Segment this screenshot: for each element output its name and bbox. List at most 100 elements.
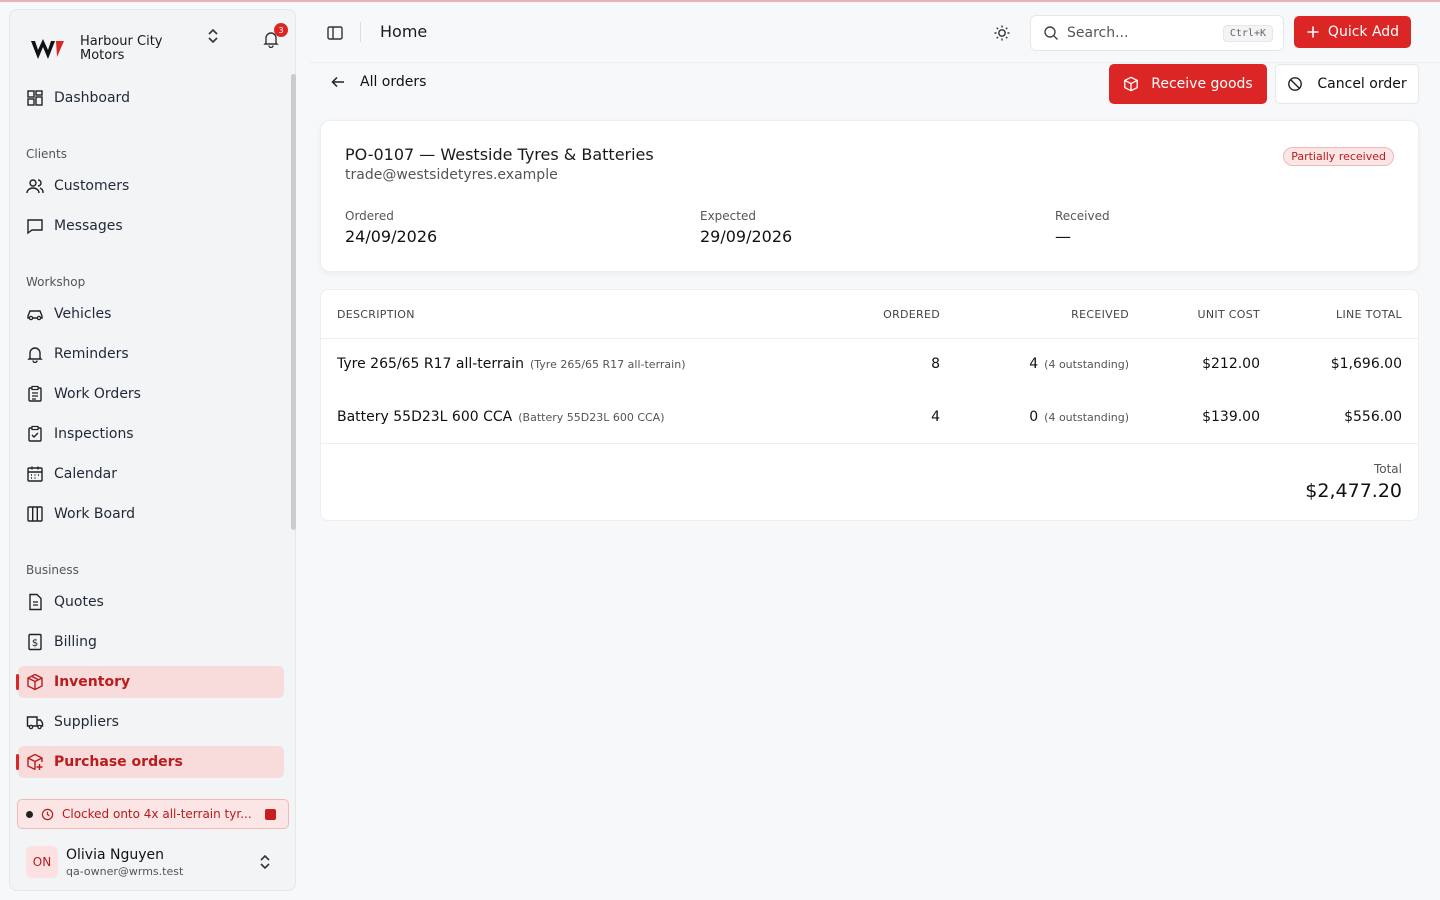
package-icon [1124, 76, 1139, 92]
purchase-order-summary-card: PO-0107 — Westside Tyres & Batteries tra… [320, 120, 1419, 272]
sidebar-item-label: Quotes [54, 594, 104, 610]
top-accent-line [0, 0, 1440, 2]
sidebar-item-calendar[interactable]: Calendar [18, 458, 284, 490]
dashboard-icon [27, 90, 43, 106]
ban-icon [1288, 77, 1303, 91]
back-link-label: All orders [360, 74, 427, 90]
divider [360, 22, 361, 42]
status-badge: Partially received [1283, 147, 1394, 166]
sidebar-toggle-icon[interactable] [326, 24, 344, 42]
cancel-order-button[interactable]: Cancel order [1275, 64, 1419, 104]
line-items-table: DESCRIPTION ORDERED RECEIVED UNIT COST L… [320, 289, 1419, 521]
user-email: qa-owner@wrms.test [66, 864, 184, 878]
brand-name: Harbour City Motors [80, 34, 163, 63]
clock-text: Clocked onto 4x all-terrain tyr... [62, 807, 252, 821]
page-title: Home [380, 22, 428, 41]
user-name: Olivia Nguyen [66, 846, 165, 863]
back-to-orders-link[interactable]: All orders [330, 74, 426, 90]
columns-icon [27, 506, 43, 522]
ordered-value: 24/09/2026 [345, 227, 438, 246]
item-ordered: 4 [931, 409, 940, 425]
sidebar-item-inspections[interactable]: Inspections [18, 418, 284, 450]
brand-switcher[interactable]: Harbour City Motors [30, 24, 280, 74]
sidebar-item-label: Reminders [54, 346, 129, 362]
search-shortcut: Ctrl+K [1222, 25, 1273, 42]
sidebar-item-billing[interactable]: $ Billing [18, 626, 284, 658]
sidebar-item-purchase-orders[interactable]: Purchase orders [16, 746, 284, 778]
clocked-on-bar[interactable]: Clocked onto 4x all-terrain tyr... [17, 799, 289, 829]
chevrons-up-down-icon [260, 854, 270, 870]
sidebar-scrollbar[interactable] [291, 74, 296, 530]
users-icon [26, 179, 44, 194]
item-line-total: $1,696.00 [1330, 356, 1402, 372]
avatar: ON [26, 846, 58, 878]
item-unit-cost: $139.00 [1202, 409, 1260, 425]
po-title: PO-0107 — Westside Tyres & Batteries [345, 145, 654, 164]
expected-label: Expected [700, 209, 756, 223]
item-received: 0 (4 outstanding) [1029, 409, 1129, 425]
clipboard-check-icon [28, 425, 42, 442]
header-divider [310, 62, 1440, 63]
item-ordered: 8 [931, 356, 940, 372]
sidebar-item-suppliers[interactable]: Suppliers [18, 706, 284, 738]
sidebar-item-inventory[interactable]: Inventory [16, 666, 284, 698]
order-total: $2,477.20 [1305, 480, 1402, 502]
sidebar-item-label: Messages [54, 218, 123, 234]
ordered-date: Ordered 24/09/2026 [345, 209, 437, 246]
item-line-total: $556.00 [1344, 409, 1402, 425]
sidebar-item-customers[interactable]: Customers [18, 170, 284, 202]
calendar-icon [27, 466, 43, 482]
sidebar-item-reminders[interactable]: Reminders [18, 338, 284, 370]
receipt-dollar-icon: $ [28, 633, 42, 651]
search-box[interactable]: Ctrl+K [1030, 15, 1284, 51]
bell-icon [27, 347, 43, 363]
sidebar-item-label: Work Orders [54, 386, 141, 402]
sidebar-item-work-board[interactable]: Work Board [18, 498, 284, 530]
nav-group-business: Business [26, 563, 79, 577]
brand-logo-icon [31, 39, 64, 59]
truck-icon [26, 716, 44, 730]
column-header-unit-cost: UNIT COST [1197, 308, 1260, 321]
column-header-received: RECEIVED [1071, 308, 1129, 321]
total-label: Total [1373, 462, 1402, 476]
sidebar-item-dashboard[interactable]: Dashboard [18, 82, 284, 114]
supplier-email: trade@westsidetyres.example [345, 167, 558, 183]
sidebar-item-label: Suppliers [54, 714, 119, 730]
column-header-ordered: ORDERED [883, 308, 940, 321]
column-header-description: DESCRIPTION [337, 308, 415, 321]
item-description: Battery 55D23L 600 CCA (Battery 55D23L 60… [337, 409, 665, 425]
sidebar: Harbour City Motors 3 Dashboard Clients … [9, 9, 296, 891]
cancel-order-label: Cancel order [1317, 76, 1407, 92]
item-unit-cost: $212.00 [1202, 356, 1260, 372]
expected-date: Expected 29/09/2026 [700, 209, 792, 246]
nav-group-workshop: Workshop [26, 275, 86, 289]
sun-icon[interactable] [992, 23, 1012, 43]
svg-text:$: $ [32, 638, 38, 649]
chevrons-up-down-icon[interactable] [206, 26, 220, 46]
sidebar-item-label: Customers [54, 178, 130, 194]
received-date: Received — [1055, 209, 1110, 246]
sidebar-item-work-orders[interactable]: Work Orders [18, 378, 284, 410]
quick-add-button[interactable]: Quick Add [1294, 16, 1411, 48]
user-menu[interactable]: ON Olivia Nguyen qa-owner@wrms.test [18, 840, 284, 884]
sidebar-item-vehicles[interactable]: Vehicles [18, 298, 284, 330]
search-input[interactable] [1067, 25, 1217, 41]
receive-goods-label: Receive goods [1151, 76, 1253, 92]
sidebar-item-label: Calendar [54, 466, 117, 482]
sidebar-item-label: Billing [54, 634, 97, 650]
status-dot [26, 810, 33, 818]
receive-goods-button[interactable]: Receive goods [1109, 64, 1267, 104]
quick-add-label: Quick Add [1327, 24, 1400, 40]
row-divider [321, 338, 1418, 339]
sidebar-item-messages[interactable]: Messages [18, 210, 284, 242]
sidebar-item-label: Vehicles [54, 306, 112, 322]
car-icon [27, 310, 43, 321]
nav-group-clients: Clients [26, 147, 67, 161]
row-divider [321, 443, 1418, 444]
sidebar-item-quotes[interactable]: Quotes [18, 586, 284, 618]
received-label: Received [1055, 209, 1110, 223]
search-icon [1044, 26, 1058, 40]
expected-value: 29/09/2026 [700, 227, 793, 246]
stop-timer-button[interactable] [265, 809, 276, 820]
sidebar-item-label: Inspections [54, 426, 134, 442]
